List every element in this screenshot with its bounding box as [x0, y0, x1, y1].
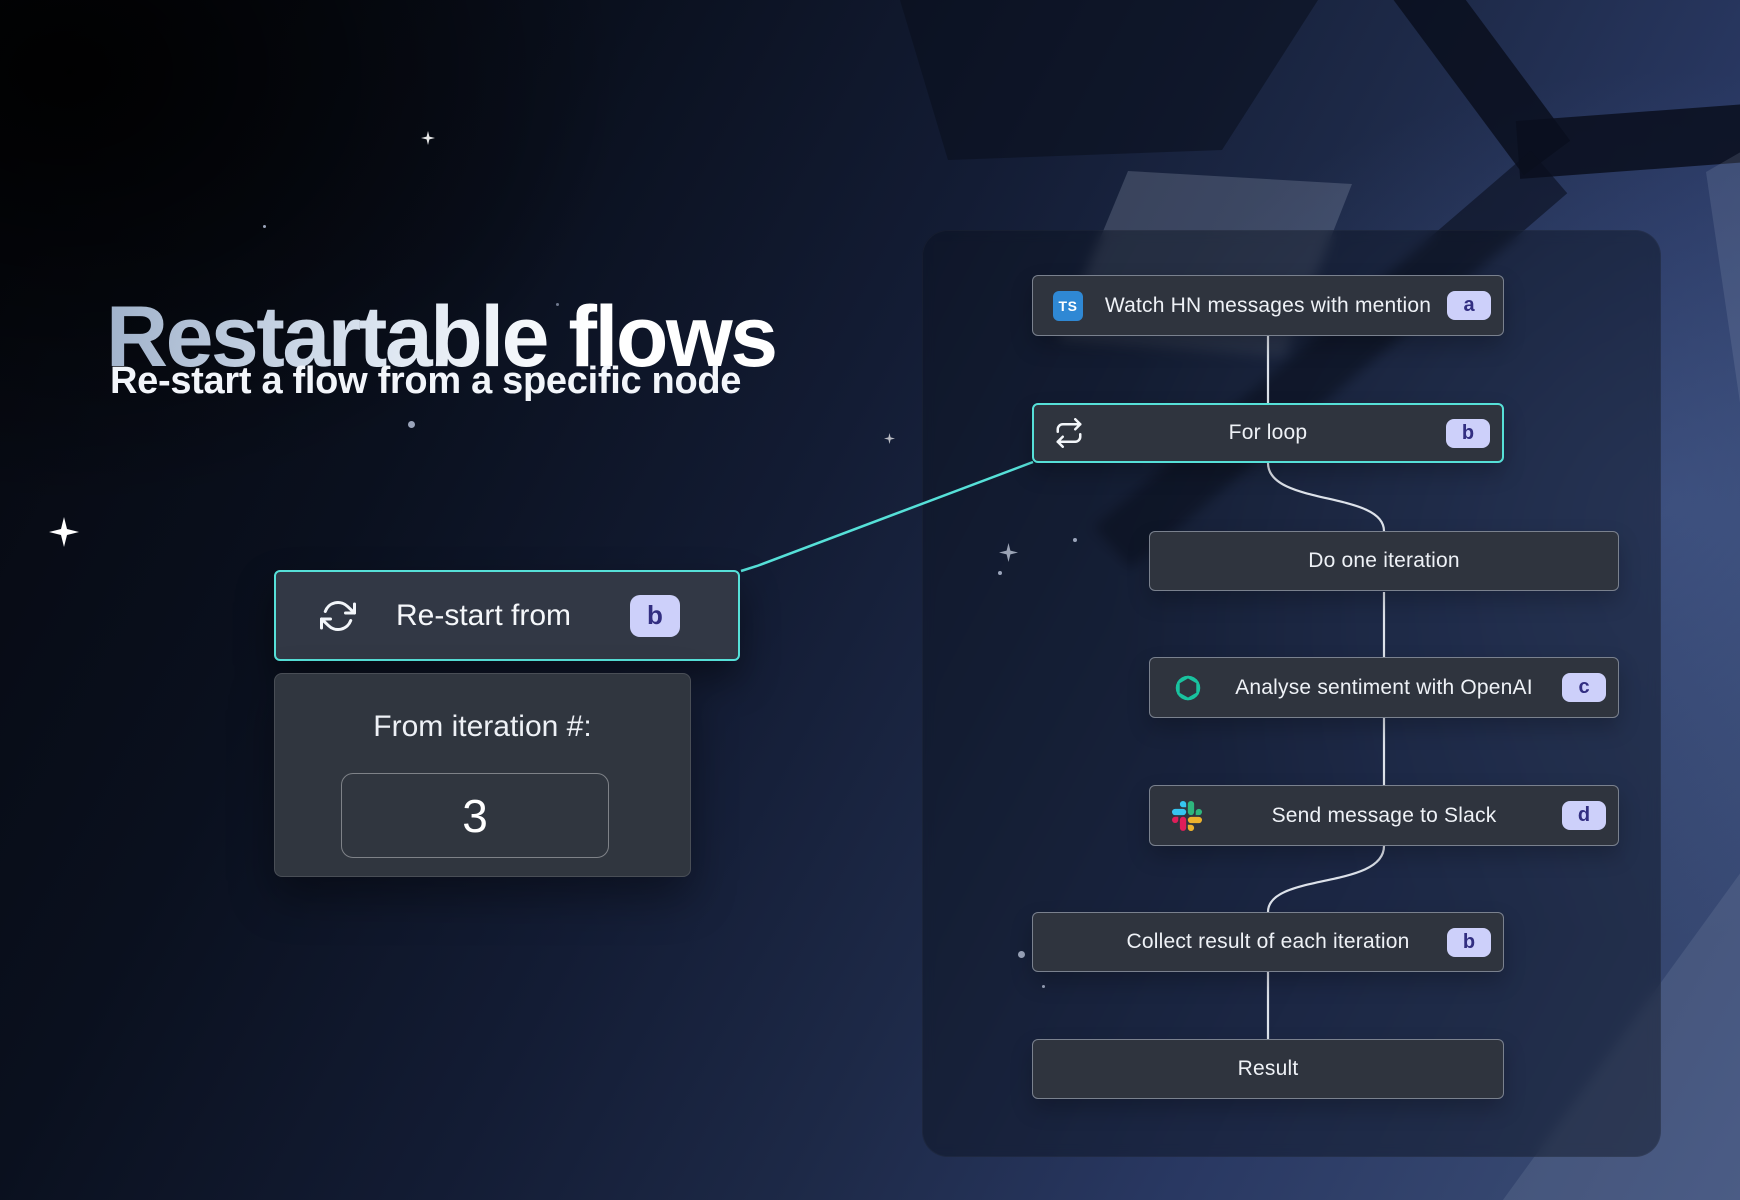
node-label: Result: [1238, 1057, 1299, 1081]
from-iteration-label: From iteration #:: [275, 710, 690, 744]
node-label: Collect result of each iteration: [1126, 930, 1409, 954]
slack-icon: [1172, 801, 1202, 831]
node-badge: a: [1447, 291, 1491, 320]
restart-badge: b: [630, 595, 680, 637]
node-send-slack[interactable]: Send message to Slack d: [1149, 785, 1619, 846]
node-badge: d: [1562, 801, 1606, 830]
hero-graphic: Restartable flows Re-start a flow from a…: [0, 0, 1740, 1200]
node-badge: c: [1562, 673, 1606, 702]
node-label: Analyse sentiment with OpenAI: [1235, 676, 1533, 700]
loop-icon: [1054, 418, 1084, 448]
node-result[interactable]: Result: [1032, 1039, 1504, 1099]
node-badge: b: [1446, 419, 1490, 448]
openai-icon: [1172, 672, 1204, 704]
node-label: Do one iteration: [1308, 549, 1459, 573]
node-label: For loop: [1229, 421, 1308, 445]
typescript-icon: TS: [1053, 291, 1083, 321]
restart-icon: [320, 598, 356, 634]
node-do-one-iteration[interactable]: Do one iteration: [1149, 531, 1619, 591]
iteration-input[interactable]: [341, 773, 609, 858]
node-for-loop[interactable]: For loop b: [1032, 403, 1504, 463]
node-watch-hn[interactable]: TS Watch HN messages with mention a: [1032, 275, 1504, 336]
restart-from-card[interactable]: Re-start from b: [274, 570, 740, 661]
node-label: Send message to Slack: [1272, 804, 1497, 828]
node-collect-result[interactable]: Collect result of each iteration b: [1032, 912, 1504, 972]
node-analyse-sentiment[interactable]: Analyse sentiment with OpenAI c: [1149, 657, 1619, 718]
restart-label: Re-start from: [396, 599, 571, 633]
node-label: Watch HN messages with mention: [1105, 294, 1431, 318]
page-subtitle: Re-start a flow from a specific node: [110, 360, 741, 403]
node-badge: b: [1447, 928, 1491, 957]
from-iteration-card: From iteration #:: [274, 673, 691, 877]
